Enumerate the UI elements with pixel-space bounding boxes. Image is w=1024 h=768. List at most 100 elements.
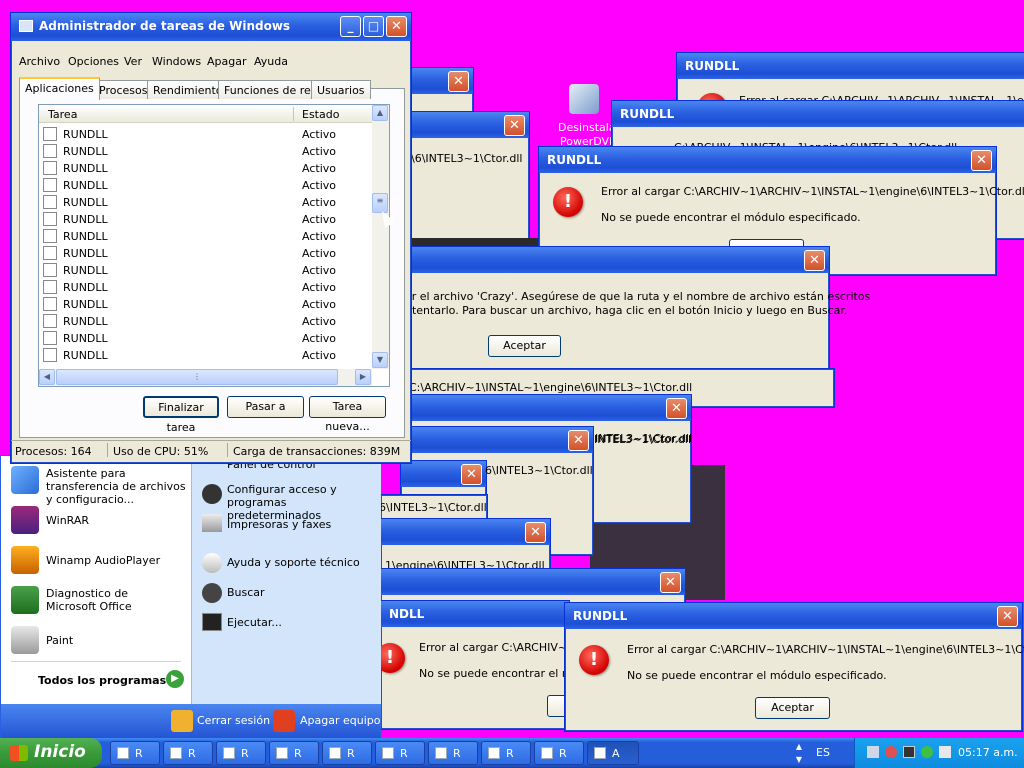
logoff-button[interactable]: Cerrar sesión (197, 714, 270, 727)
dialog-titlebar: RUNDLL (677, 53, 1024, 79)
end-task-button[interactable]: Finalizar tarea (143, 396, 219, 434)
task-name: RUNDLL (63, 128, 108, 141)
taskbar-button[interactable]: R (428, 741, 478, 765)
tray-icon[interactable] (903, 746, 915, 758)
taskbar-button[interactable]: R (216, 741, 266, 765)
taskbar-button-label: R (294, 747, 302, 760)
table-row[interactable]: RUNDLL Activo (43, 228, 373, 245)
task-name: RUNDLL (63, 281, 108, 294)
column-header-status[interactable]: Estado (302, 108, 339, 121)
taskbar-button-label: R (400, 747, 408, 760)
close-button[interactable]: ✕ (804, 250, 825, 271)
start-menu-footer: Cerrar sesión Apagar equipo (1, 704, 381, 739)
column-header-task[interactable]: Tarea (48, 108, 77, 121)
start-item-defaults[interactable]: Configurar acceso y programas predetermi… (227, 483, 377, 522)
start-item-search[interactable]: Buscar (227, 586, 265, 599)
ok-button[interactable]: Aceptar (488, 335, 561, 357)
table-row[interactable]: RUNDLL Activo (43, 126, 373, 143)
shutdown-button[interactable]: Apagar equipo (300, 714, 380, 727)
menu-opciones[interactable]: Opciones (68, 55, 119, 68)
table-row[interactable]: RUNDLL Activo (43, 160, 373, 177)
scroll-up-button[interactable]: ▲ (372, 105, 388, 121)
start-item-paint[interactable]: Paint (46, 634, 73, 647)
close-button[interactable]: ✕ (660, 572, 681, 593)
start-item-printers[interactable]: Impresoras y faxes (227, 518, 331, 531)
application-icon (43, 127, 57, 141)
close-button[interactable]: ✕ (666, 398, 687, 419)
tab-usuarios[interactable]: Usuarios (311, 80, 371, 99)
table-row[interactable]: RUNDLL Activo (43, 211, 373, 228)
table-row[interactable]: RUNDLL Activo (43, 143, 373, 160)
table-row[interactable]: RUNDLL Activo (43, 262, 373, 279)
task-name: RUNDLL (63, 264, 108, 277)
vertical-scrollbar[interactable]: ▲ ≡ ▼ (372, 105, 389, 369)
tray-icon[interactable] (867, 746, 879, 758)
start-item-help[interactable]: Ayuda y soporte técnico (227, 556, 360, 569)
close-button[interactable]: ✕ (525, 522, 546, 543)
taskbar-button[interactable]: R (110, 741, 160, 765)
close-button[interactable]: ✕ (568, 430, 589, 451)
start-item-winrar[interactable]: WinRAR (46, 514, 89, 527)
taskbar-button[interactable]: R (481, 741, 531, 765)
taskbar-button-label: R (347, 747, 355, 760)
start-item-transfer-wizard[interactable]: Asistente para transferencia de archivos… (46, 467, 186, 506)
menu-windows[interactable]: Windows (152, 55, 201, 68)
taskbar-button[interactable]: R (322, 741, 372, 765)
menu-apagar[interactable]: Apagar (207, 55, 247, 68)
close-button[interactable]: ✕ (448, 71, 469, 92)
table-row[interactable]: RUNDLL Activo (43, 347, 373, 364)
module-message: No se puede encontrar el módulo especifi… (601, 211, 861, 224)
clock[interactable]: 05:17 a.m. (958, 746, 1018, 759)
task-name: RUNDLL (63, 298, 108, 311)
close-button[interactable]: ✕ (971, 150, 992, 171)
start-item-run[interactable]: Ejecutar... (227, 616, 282, 629)
window-icon (276, 747, 288, 759)
table-row[interactable]: RUNDLL Activo (43, 279, 373, 296)
table-row[interactable]: RUNDLL Activo (43, 177, 373, 194)
error-message: 6\INTEL3~1\Ctor.dll (379, 501, 487, 514)
taskbar-button[interactable]: R (163, 741, 213, 765)
taskbar-button[interactable]: A (587, 741, 639, 765)
close-button[interactable]: ✕ (461, 464, 482, 485)
new-task-button[interactable]: Tarea nueva... (309, 396, 386, 433)
horizontal-scroll-thumb[interactable]: ⋮ (56, 369, 338, 385)
menu-ayuda[interactable]: Ayuda (254, 55, 288, 68)
tab-funciones-de-red[interactable]: Funciones de red (218, 80, 324, 99)
windows-logo-icon (10, 745, 28, 761)
menu-ver[interactable]: Ver (124, 55, 142, 68)
start-button[interactable]: Inicio (0, 738, 102, 768)
table-row[interactable]: RUNDLL Activo (43, 296, 373, 313)
tab-procesos[interactable]: Procesos (93, 80, 154, 99)
tray-icon[interactable] (939, 746, 951, 758)
menu-archivo[interactable]: Archivo (19, 55, 60, 68)
table-row[interactable]: RUNDLL Activo (43, 313, 373, 330)
taskbar-button[interactable]: R (534, 741, 584, 765)
tray-icon[interactable] (921, 746, 933, 758)
language-indicator[interactable]: ES (816, 746, 830, 759)
ok-button[interactable]: Aceptar (755, 697, 830, 719)
table-row[interactable]: RUNDLL Activo (43, 330, 373, 347)
close-button[interactable]: ✕ (504, 115, 525, 136)
tab-rendimiento[interactable]: Rendimiento (147, 80, 229, 99)
switch-to-button[interactable]: Pasar a (227, 396, 304, 418)
taskbar-button[interactable]: R (269, 741, 319, 765)
start-item-office-diagnostics[interactable]: Diagnostico de Microsoft Office (46, 587, 176, 613)
powerdvd-icon (569, 84, 599, 114)
desktop-icon-powerdvd[interactable]: Desinstalar PowerDVD (555, 84, 620, 148)
tray-icon[interactable] (885, 746, 897, 758)
table-row[interactable]: RUNDLL Activo (43, 245, 373, 262)
taskbar-scroll[interactable]: ▲ ▼ (793, 740, 805, 766)
tab-aplicaciones[interactable]: Aplicaciones (19, 77, 100, 100)
scroll-down-button[interactable]: ▼ (372, 352, 388, 368)
horizontal-scrollbar[interactable]: ◀ ⋮ ▶ (39, 369, 372, 386)
start-item-winamp[interactable]: Winamp AudioPlayer (46, 554, 160, 567)
rundll-dialog-4: ✕ \6\INTEL3~1\Ctor.dll (400, 111, 530, 241)
error-message: C:\ARCHIV~1\INSTAL~1\engine\6\INTEL3~1\C… (409, 381, 693, 394)
scroll-left-button[interactable]: ◀ (39, 369, 55, 385)
table-row[interactable]: RUNDLL Activo (43, 194, 373, 211)
close-button[interactable]: ✕ (997, 606, 1018, 627)
crazy-dialog: ✕ ar el archivo 'Crazy'. Asegúrese de qu… (380, 246, 870, 370)
scroll-right-button[interactable]: ▶ (355, 369, 371, 385)
all-programs-button[interactable]: Todos los programas (38, 674, 166, 687)
taskbar-button[interactable]: R (375, 741, 425, 765)
